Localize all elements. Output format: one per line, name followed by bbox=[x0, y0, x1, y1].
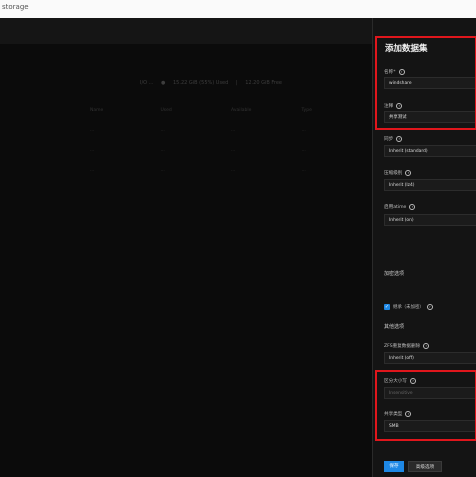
cell: ... bbox=[231, 147, 236, 153]
dedup-label-text: ZFS重复数据删除 bbox=[384, 344, 421, 349]
col-available: Available bbox=[231, 107, 252, 113]
table-row[interactable]: ... ... ... ... bbox=[90, 140, 372, 160]
pool-stats: I/O ... ● 15.22 GiB (55%) Used | 12.20 G… bbox=[140, 80, 288, 86]
dedup-label: ZFS重复数据删除? bbox=[384, 343, 430, 349]
sync-label: 同步? bbox=[384, 136, 403, 142]
help-icon[interactable]: ? bbox=[405, 170, 412, 176]
highlight-box-top bbox=[375, 36, 476, 130]
cell: ... bbox=[231, 167, 236, 173]
col-type: Type bbox=[301, 107, 312, 113]
cell: ... bbox=[301, 127, 306, 133]
compression-label-text: 压缩级别 bbox=[384, 171, 403, 176]
atime-label: 启用atime? bbox=[384, 204, 416, 210]
advanced-options-button[interactable]: 高级选项 bbox=[408, 461, 442, 472]
highlight-box-bottom bbox=[375, 370, 476, 441]
atime-select[interactable]: Inherit (on) bbox=[384, 214, 476, 226]
app-window: I/O ... ● 15.22 GiB (55%) Used | 12.20 G… bbox=[0, 18, 476, 477]
help-icon[interactable]: ? bbox=[423, 343, 430, 349]
stat-3: | bbox=[235, 80, 240, 86]
table-row[interactable]: ... ... ... ... bbox=[90, 120, 372, 140]
dedup-select[interactable]: Inherit (off) bbox=[384, 352, 476, 364]
compression-label: 压缩级别? bbox=[384, 170, 412, 176]
col-used: Used bbox=[160, 107, 172, 113]
help-icon[interactable]: ? bbox=[426, 304, 433, 310]
stat-0: I/O ... bbox=[140, 80, 156, 86]
table-header-row: Name Used Available Type bbox=[90, 100, 372, 120]
dataset-table: Name Used Available Type ... ... ... ...… bbox=[90, 100, 372, 180]
cell: ... bbox=[160, 167, 165, 173]
stat-2: 15.22 GiB (55%) Used bbox=[173, 80, 230, 86]
page-header bbox=[0, 18, 372, 44]
cell: ... bbox=[90, 147, 95, 153]
cell: ... bbox=[160, 147, 165, 153]
table-row[interactable]: ... ... ... ... bbox=[90, 160, 372, 180]
save-button[interactable]: 保存 bbox=[384, 461, 404, 472]
cell: ... bbox=[90, 167, 95, 173]
compression-select[interactable]: Inherit (lz4) bbox=[384, 179, 476, 191]
cell: ... bbox=[90, 127, 95, 133]
add-dataset-panel: 添加数据集 名称*? windshare 注释? 共享测试 同步? Inheri… bbox=[372, 18, 476, 477]
sync-select[interactable]: Inherit (standard) bbox=[384, 145, 476, 157]
encryption-section-title: 加密选项 bbox=[384, 271, 405, 277]
atime-label-text: 启用atime bbox=[384, 205, 407, 210]
help-icon[interactable]: ? bbox=[409, 204, 416, 210]
sync-label-text: 同步 bbox=[384, 137, 394, 142]
stat-4: 12.20 GiB Free bbox=[245, 80, 282, 86]
cell: ... bbox=[301, 167, 306, 173]
other-section-title: 其他选项 bbox=[384, 324, 405, 330]
help-icon[interactable]: ? bbox=[396, 136, 403, 142]
cell: ... bbox=[301, 147, 306, 153]
cell: ... bbox=[231, 127, 236, 133]
stat-1: ● bbox=[161, 80, 167, 86]
encryption-checkbox[interactable]: ✓ 继承（未加密） ? bbox=[384, 304, 433, 310]
browser-bar: storage bbox=[0, 0, 476, 19]
col-name: Name bbox=[90, 107, 104, 113]
encryption-checkbox-label: 继承（未加密） bbox=[393, 305, 424, 310]
checkbox-checked-icon[interactable]: ✓ bbox=[384, 304, 390, 310]
cell: ... bbox=[160, 127, 165, 133]
address-text[interactable]: storage bbox=[2, 3, 29, 11]
